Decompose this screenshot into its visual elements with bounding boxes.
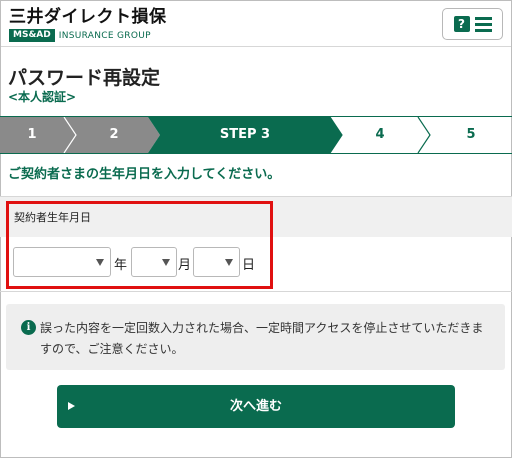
question-icon: ? <box>453 16 470 32</box>
step-2: 2 <box>109 127 119 142</box>
step-progress: 1 2 STEP 3 4 5 <box>0 116 512 154</box>
step-1: 1 <box>27 127 37 142</box>
page-subtitle: <本人認証> <box>8 90 77 104</box>
step-3-current: STEP 3 <box>219 127 271 142</box>
next-button-label: 次へ進む <box>229 399 282 414</box>
site-header: 三井ダイレクト損保 MS&AD INSURANCE GROUP ? <box>1 1 511 47</box>
logo-group-text: INSURANCE GROUP <box>58 30 151 41</box>
step-5-divider <box>417 117 431 153</box>
hamburger-menu-icon <box>474 16 492 32</box>
instruction-text: ご契約者さまの生年月日を入力してください。 <box>8 167 281 182</box>
logo-badge: MS&AD <box>9 29 55 42</box>
highlight-box <box>6 201 273 289</box>
next-button[interactable]: 次へ進む <box>57 385 455 428</box>
logo-wordmark: 三井ダイレクト損保 <box>9 7 167 27</box>
warning-notice: i 誤った内容を一定回数入力された場合、一定時間アクセスを停止させていただきます… <box>6 304 505 370</box>
logo-tagline: MS&AD INSURANCE GROUP <box>9 29 167 42</box>
step-4: 4 <box>375 127 385 142</box>
page-title: パスワード再設定 <box>8 67 161 89</box>
help-menu-button[interactable]: ? <box>442 8 503 40</box>
step-5: 5 <box>466 127 476 142</box>
company-logo[interactable]: 三井ダイレクト損保 MS&AD INSURANCE GROUP <box>9 7 167 42</box>
info-icon: i <box>21 320 36 335</box>
notice-text: 誤った内容を一定回数入力された場合、一定時間アクセスを停止させていただきますので… <box>40 321 484 356</box>
